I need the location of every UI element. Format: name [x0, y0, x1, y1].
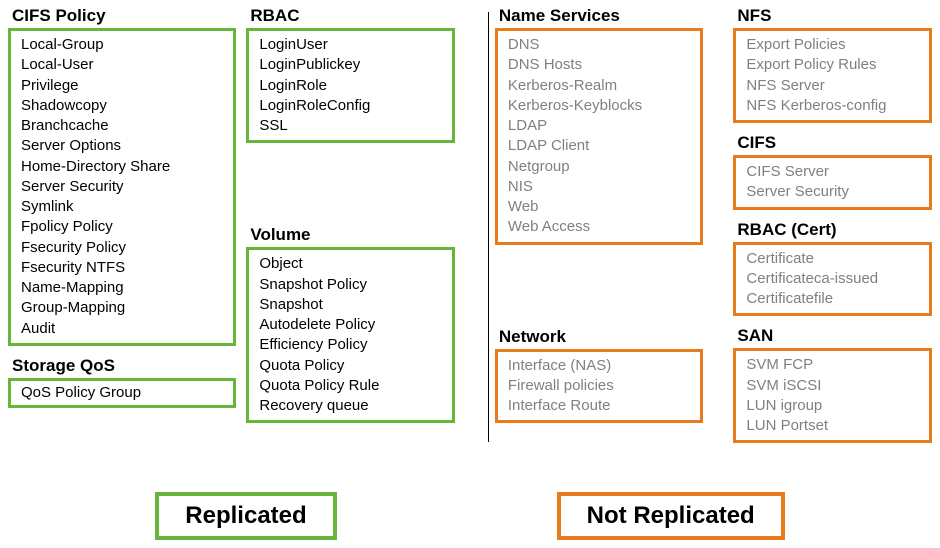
list-item: SVM iSCSI — [746, 376, 919, 396]
list-item: DNS Hosts — [508, 55, 691, 75]
list-item: CIFS Server — [746, 162, 919, 182]
group-title-cifs-policy: CIFS Policy — [12, 6, 232, 26]
list-item: Shadowcopy — [21, 96, 223, 116]
group-box-san: SVM FCP SVM iSCSI LUN igroup LUN Portset — [733, 348, 932, 443]
list-item: LoginRole — [259, 76, 442, 96]
list-item: Local-Group — [21, 35, 223, 55]
list-item: DNS — [508, 35, 691, 55]
divider — [488, 12, 489, 442]
group-box-rbac-cert: Certificate Certificateca-issued Certifi… — [733, 242, 932, 317]
group-title-cifs: CIFS — [737, 133, 928, 153]
list-item: SVM FCP — [746, 355, 919, 375]
list-item: Netgroup — [508, 157, 691, 177]
list-item: Certificateca-issued — [746, 269, 919, 289]
list-item: Quota Policy — [259, 356, 442, 376]
list-item: Kerberos-Keyblocks — [508, 96, 691, 116]
group-box-cifs-policy: Local-Group Local-User Privilege Shadowc… — [8, 28, 236, 346]
col-notrep-1: Name Services DNS DNS Hosts Kerberos-Rea… — [465, 4, 714, 453]
col-replicated-2: RBAC LoginUser LoginPublickey LoginRole … — [246, 4, 465, 453]
group-box-name-services: DNS DNS Hosts Kerberos-Realm Kerberos-Ke… — [495, 28, 704, 245]
group-box-storage-qos: QoS Policy Group — [8, 378, 236, 408]
list-item: Server Options — [21, 136, 223, 156]
list-item: Symlink — [21, 197, 223, 217]
list-item: Export Policies — [746, 35, 919, 55]
list-item: Efficiency Policy — [259, 335, 442, 355]
list-item: Quota Policy Rule — [259, 376, 442, 396]
list-item: LoginRoleConfig — [259, 96, 442, 116]
group-title-rbac-cert: RBAC (Cert) — [737, 220, 928, 240]
list-item: Home-Directory Share — [21, 157, 223, 177]
list-item: Autodelete Policy — [259, 315, 442, 335]
list-item: Privilege — [21, 76, 223, 96]
list-item: Fpolicy Policy — [21, 217, 223, 237]
group-title-volume: Volume — [250, 225, 451, 245]
group-box-rbac: LoginUser LoginPublickey LoginRole Login… — [246, 28, 455, 143]
list-item: Web — [508, 197, 691, 217]
list-item: Server Security — [21, 177, 223, 197]
group-title-san: SAN — [737, 326, 928, 346]
list-item: LDAP — [508, 116, 691, 136]
list-item: Snapshot Policy — [259, 275, 442, 295]
col-replicated-1: CIFS Policy Local-Group Local-User Privi… — [8, 4, 246, 453]
group-box-nfs: Export Policies Export Policy Rules NFS … — [733, 28, 932, 123]
list-item: NIS — [508, 177, 691, 197]
col-notrep-2: NFS Export Policies Export Policy Rules … — [713, 4, 932, 453]
legend-row: Replicated Not Replicated — [0, 492, 940, 540]
list-item: Name-Mapping — [21, 278, 223, 298]
list-item: LoginUser — [259, 35, 442, 55]
list-item: LUN Portset — [746, 416, 919, 436]
list-item: NFS Server — [746, 76, 919, 96]
group-box-cifs: CIFS Server Server Security — [733, 155, 932, 210]
legend-replicated: Replicated — [155, 492, 336, 540]
list-item: Server Security — [746, 182, 919, 202]
group-title-network: Network — [499, 327, 700, 347]
group-box-network: Interface (NAS) Firewall policies Interf… — [495, 349, 704, 424]
list-item: Branchcache — [21, 116, 223, 136]
group-title-rbac: RBAC — [250, 6, 451, 26]
list-item: Group-Mapping — [21, 298, 223, 318]
group-box-volume: Object Snapshot Policy Snapshot Autodele… — [246, 247, 455, 423]
list-item: Snapshot — [259, 295, 442, 315]
list-item: QoS Policy Group — [21, 383, 223, 403]
group-title-storage-qos: Storage QoS — [12, 356, 232, 376]
list-item: Export Policy Rules — [746, 55, 919, 75]
list-item: LDAP Client — [508, 136, 691, 156]
list-item: NFS Kerberos-config — [746, 96, 919, 116]
list-item: Firewall policies — [508, 376, 691, 396]
list-item: LUN igroup — [746, 396, 919, 416]
list-item: SSL — [259, 116, 442, 136]
list-item: Fsecurity NTFS — [21, 258, 223, 278]
list-item: LoginPublickey — [259, 55, 442, 75]
legend-not-replicated: Not Replicated — [557, 492, 785, 540]
list-item: Interface (NAS) — [508, 356, 691, 376]
list-item: Recovery queue — [259, 396, 442, 416]
list-item: Kerberos-Realm — [508, 76, 691, 96]
diagram-columns: CIFS Policy Local-Group Local-User Privi… — [8, 4, 932, 453]
list-item: Certificate — [746, 249, 919, 269]
list-item: Audit — [21, 319, 223, 339]
list-item: Certificatefile — [746, 289, 919, 309]
group-title-name-services: Name Services — [499, 6, 700, 26]
list-item: Web Access — [508, 217, 691, 237]
list-item: Fsecurity Policy — [21, 238, 223, 258]
group-title-nfs: NFS — [737, 6, 928, 26]
list-item: Interface Route — [508, 396, 691, 416]
list-item: Local-User — [21, 55, 223, 75]
list-item: Object — [259, 254, 442, 274]
